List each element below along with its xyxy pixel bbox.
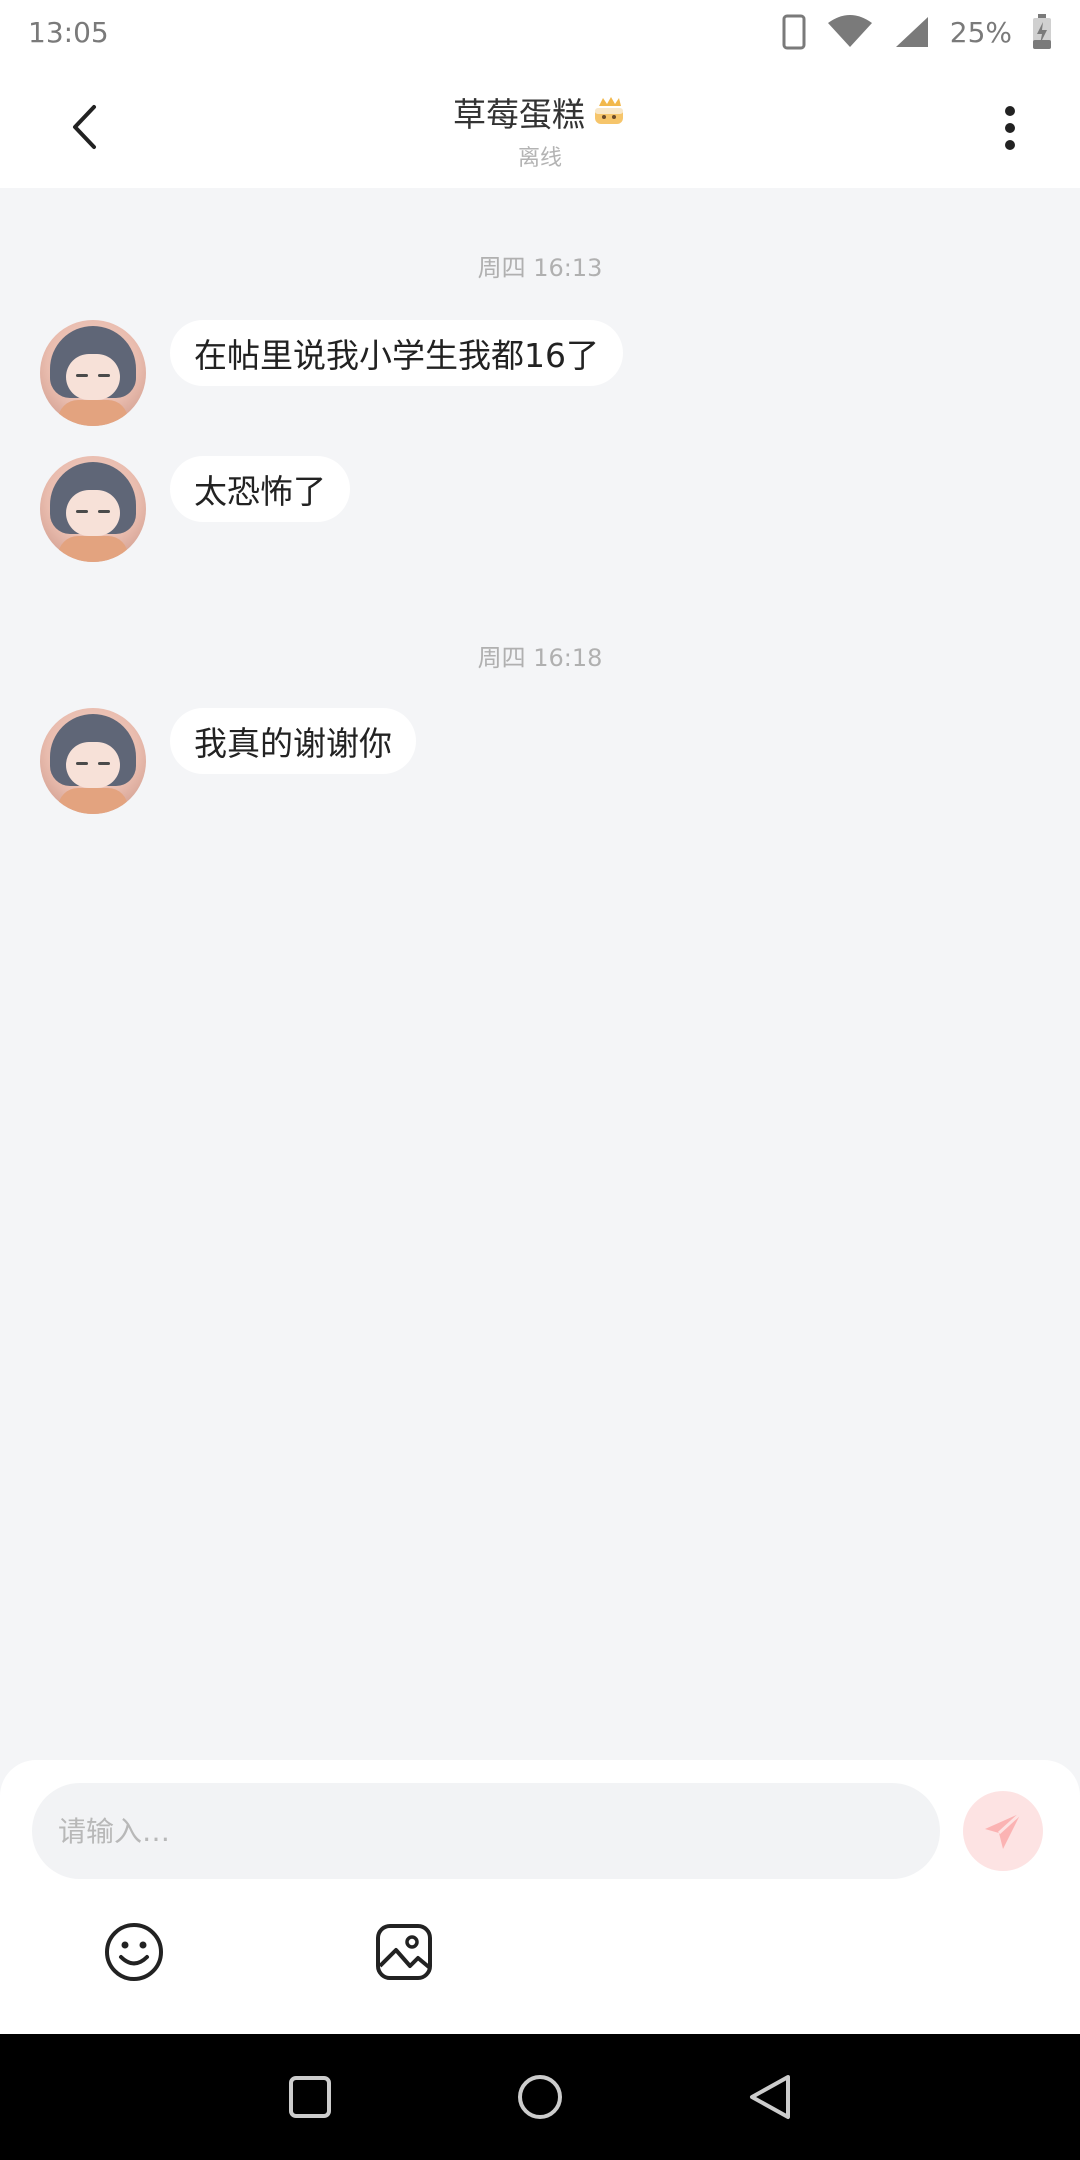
status-time: 13:05 [28, 15, 109, 49]
status-icons: 25% [782, 14, 1052, 50]
message-row: 我真的谢谢你 [40, 708, 416, 814]
message-bubble[interactable]: 太恐怖了 [170, 456, 350, 522]
emoji-button[interactable] [102, 1920, 166, 1984]
phone-icon [782, 14, 806, 50]
chat-screen: 13:05 25% 草莓蛋糕 离线 周四 16:13 在帖里说我小学生我都16了… [0, 0, 1080, 2160]
cake-icon [591, 92, 627, 132]
home-button[interactable] [510, 2067, 570, 2127]
composer-panel [0, 1760, 1080, 2034]
battery-charging-icon [1032, 14, 1052, 50]
emoji-icon [105, 1923, 163, 1981]
message-row: 太恐怖了 [40, 456, 350, 562]
avatar[interactable] [40, 708, 146, 814]
battery-level: 25% [949, 15, 1012, 49]
send-icon [985, 1811, 1023, 1849]
status-bar: 13:05 25% [0, 0, 1080, 64]
back-nav-button[interactable] [740, 2067, 800, 2127]
square-icon [289, 2076, 331, 2118]
chat-header: 草莓蛋糕 离线 [0, 64, 1080, 188]
recent-apps-button[interactable] [280, 2067, 340, 2127]
wifi-icon [826, 15, 874, 49]
signal-icon [894, 15, 930, 49]
circle-icon [518, 2075, 562, 2119]
time-divider: 周四 16:18 [477, 644, 603, 672]
chat-title-area: 草莓蛋糕 离线 [0, 88, 1080, 172]
chat-title: 草莓蛋糕 [453, 95, 585, 134]
message-row: 在帖里说我小学生我都16了 [40, 320, 623, 426]
time-divider: 周四 16:13 [477, 254, 603, 282]
chat-status: 离线 [517, 146, 562, 171]
avatar[interactable] [40, 456, 146, 562]
send-button[interactable] [963, 1791, 1043, 1871]
message-bubble[interactable]: 在帖里说我小学生我都16了 [170, 320, 623, 386]
message-input[interactable] [32, 1783, 940, 1879]
message-bubble[interactable]: 我真的谢谢你 [170, 708, 416, 774]
system-nav-bar [0, 2034, 1080, 2160]
image-button[interactable] [372, 1920, 436, 1984]
avatar[interactable] [40, 320, 146, 426]
more-vertical-icon [1005, 106, 1015, 150]
triangle-back-icon [750, 2075, 790, 2119]
image-icon [376, 1924, 432, 1980]
more-options-button[interactable] [980, 98, 1040, 158]
